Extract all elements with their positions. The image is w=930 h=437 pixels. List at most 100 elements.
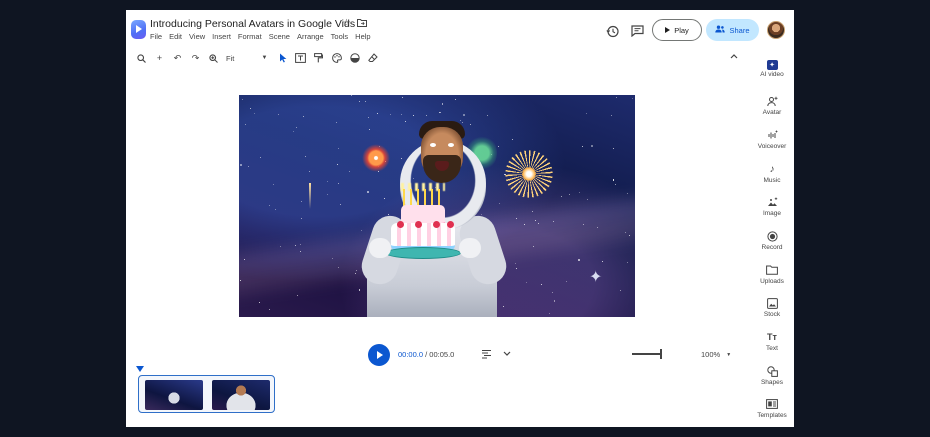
- star: [337, 148, 339, 150]
- vids-logo-icon[interactable]: [131, 20, 146, 39]
- star: [553, 299, 556, 302]
- star: [358, 289, 361, 292]
- paint-format-icon[interactable]: [313, 52, 324, 64]
- text-box-icon[interactable]: [295, 52, 306, 64]
- sidebar-item-uploads[interactable]: Uploads: [754, 263, 790, 285]
- star: [337, 163, 339, 165]
- chevron-down-icon[interactable]: [503, 349, 511, 359]
- star: [455, 98, 457, 100]
- star: [244, 123, 246, 125]
- star: [348, 170, 350, 172]
- eraser-icon[interactable]: [367, 52, 378, 64]
- star: [440, 112, 442, 114]
- document-title[interactable]: Introducing Personal Avatars in Google V…: [150, 18, 355, 30]
- sidebar-item-ai-video[interactable]: ✦ AI video: [754, 60, 790, 78]
- timeline-zoom-percent[interactable]: 100% ▼: [701, 350, 731, 359]
- total-time: 00:05.0: [429, 350, 455, 359]
- sidebar-item-stock[interactable]: Stock: [754, 296, 790, 318]
- star: [624, 231, 626, 233]
- sidebar-item-text[interactable]: Tт Text: [754, 330, 790, 352]
- star: [579, 192, 581, 194]
- sidebar-item-templates[interactable]: Templates: [754, 397, 790, 419]
- menu-scene[interactable]: Scene: [269, 32, 290, 41]
- menu-insert[interactable]: Insert: [212, 32, 231, 41]
- star: [259, 156, 261, 158]
- star: [481, 213, 483, 215]
- play-button[interactable]: Play: [652, 19, 702, 41]
- star: [610, 114, 612, 116]
- menu-view[interactable]: View: [189, 32, 205, 41]
- menu-arrange[interactable]: Arrange: [297, 32, 324, 41]
- star: [612, 147, 614, 149]
- star-icon[interactable]: ☆: [342, 18, 351, 30]
- search-icon[interactable]: [136, 52, 147, 64]
- star: [350, 95, 352, 96]
- star: [462, 113, 465, 116]
- star: [369, 128, 371, 130]
- star: [462, 122, 464, 124]
- star: [249, 108, 251, 110]
- star: [552, 221, 554, 223]
- star: [338, 266, 340, 268]
- scene-thumbnail-2[interactable]: [212, 380, 270, 410]
- sidebar-item-record[interactable]: Record: [754, 229, 790, 251]
- star: [412, 114, 414, 116]
- star: [401, 113, 403, 115]
- scene-thumbnail-1[interactable]: [145, 380, 203, 410]
- undo-icon[interactable]: ↶: [172, 52, 183, 64]
- record-icon: [765, 229, 779, 243]
- collapse-panel-icon[interactable]: [730, 52, 738, 61]
- timeline-zoom-slider[interactable]: [632, 353, 662, 355]
- sidebar-item-image[interactable]: Image: [754, 195, 790, 217]
- cursor-select-icon[interactable]: [277, 52, 288, 64]
- music-icon: ♪: [769, 163, 775, 175]
- star: [632, 98, 634, 100]
- star: [591, 145, 593, 148]
- sidebar-item-shapes[interactable]: Shapes: [754, 364, 790, 386]
- star: [515, 268, 517, 270]
- zoom-select[interactable]: Fit: [226, 54, 252, 63]
- star: [299, 250, 301, 252]
- add-icon[interactable]: +: [154, 52, 165, 64]
- star: [299, 243, 301, 245]
- user-avatar[interactable]: [767, 21, 785, 39]
- menu-edit[interactable]: Edit: [169, 32, 182, 41]
- sidebar-item-avatar[interactable]: Avatar: [754, 94, 790, 116]
- folder-icon: [765, 263, 779, 277]
- current-time: 00:00.0: [398, 350, 424, 359]
- timeline-playhead[interactable]: [136, 366, 144, 372]
- menu-file[interactable]: File: [150, 32, 162, 41]
- image-icon: [765, 195, 779, 209]
- sidebar-item-voiceover[interactable]: Voiceover: [754, 128, 790, 150]
- avatar-icon: [765, 94, 779, 108]
- menu-format[interactable]: Format: [238, 32, 262, 41]
- star: [368, 117, 370, 119]
- star: [300, 201, 302, 203]
- scene-timeline-clip[interactable]: [138, 375, 275, 413]
- star: [566, 280, 568, 282]
- captions-icon[interactable]: [481, 349, 492, 361]
- text-icon: Tт: [767, 332, 777, 342]
- scene-canvas[interactable]: ✦: [239, 95, 635, 317]
- slider-handle[interactable]: [660, 349, 662, 359]
- star: [302, 115, 304, 117]
- palette-icon[interactable]: [331, 52, 342, 64]
- comments-icon[interactable]: [629, 23, 645, 39]
- redo-icon[interactable]: ↷: [190, 52, 201, 64]
- fill-color-icon[interactable]: [349, 52, 360, 64]
- chevron-down-icon[interactable]: ▼: [259, 52, 270, 64]
- star: [335, 121, 337, 123]
- shapes-icon: [765, 364, 779, 378]
- share-button[interactable]: Share: [706, 19, 759, 41]
- templates-icon: [765, 397, 779, 411]
- preview-play-button[interactable]: [368, 344, 390, 366]
- version-history-icon[interactable]: [604, 23, 620, 39]
- zoom-icon[interactable]: [208, 52, 219, 64]
- menu-help[interactable]: Help: [355, 32, 370, 41]
- star: [274, 209, 276, 211]
- sidebar-item-music[interactable]: ♪ Music: [754, 162, 790, 185]
- ai-video-icon: ✦: [766, 60, 778, 70]
- move-folder-icon[interactable]: [356, 18, 367, 30]
- star: [337, 183, 339, 185]
- menu-tools[interactable]: Tools: [331, 32, 349, 41]
